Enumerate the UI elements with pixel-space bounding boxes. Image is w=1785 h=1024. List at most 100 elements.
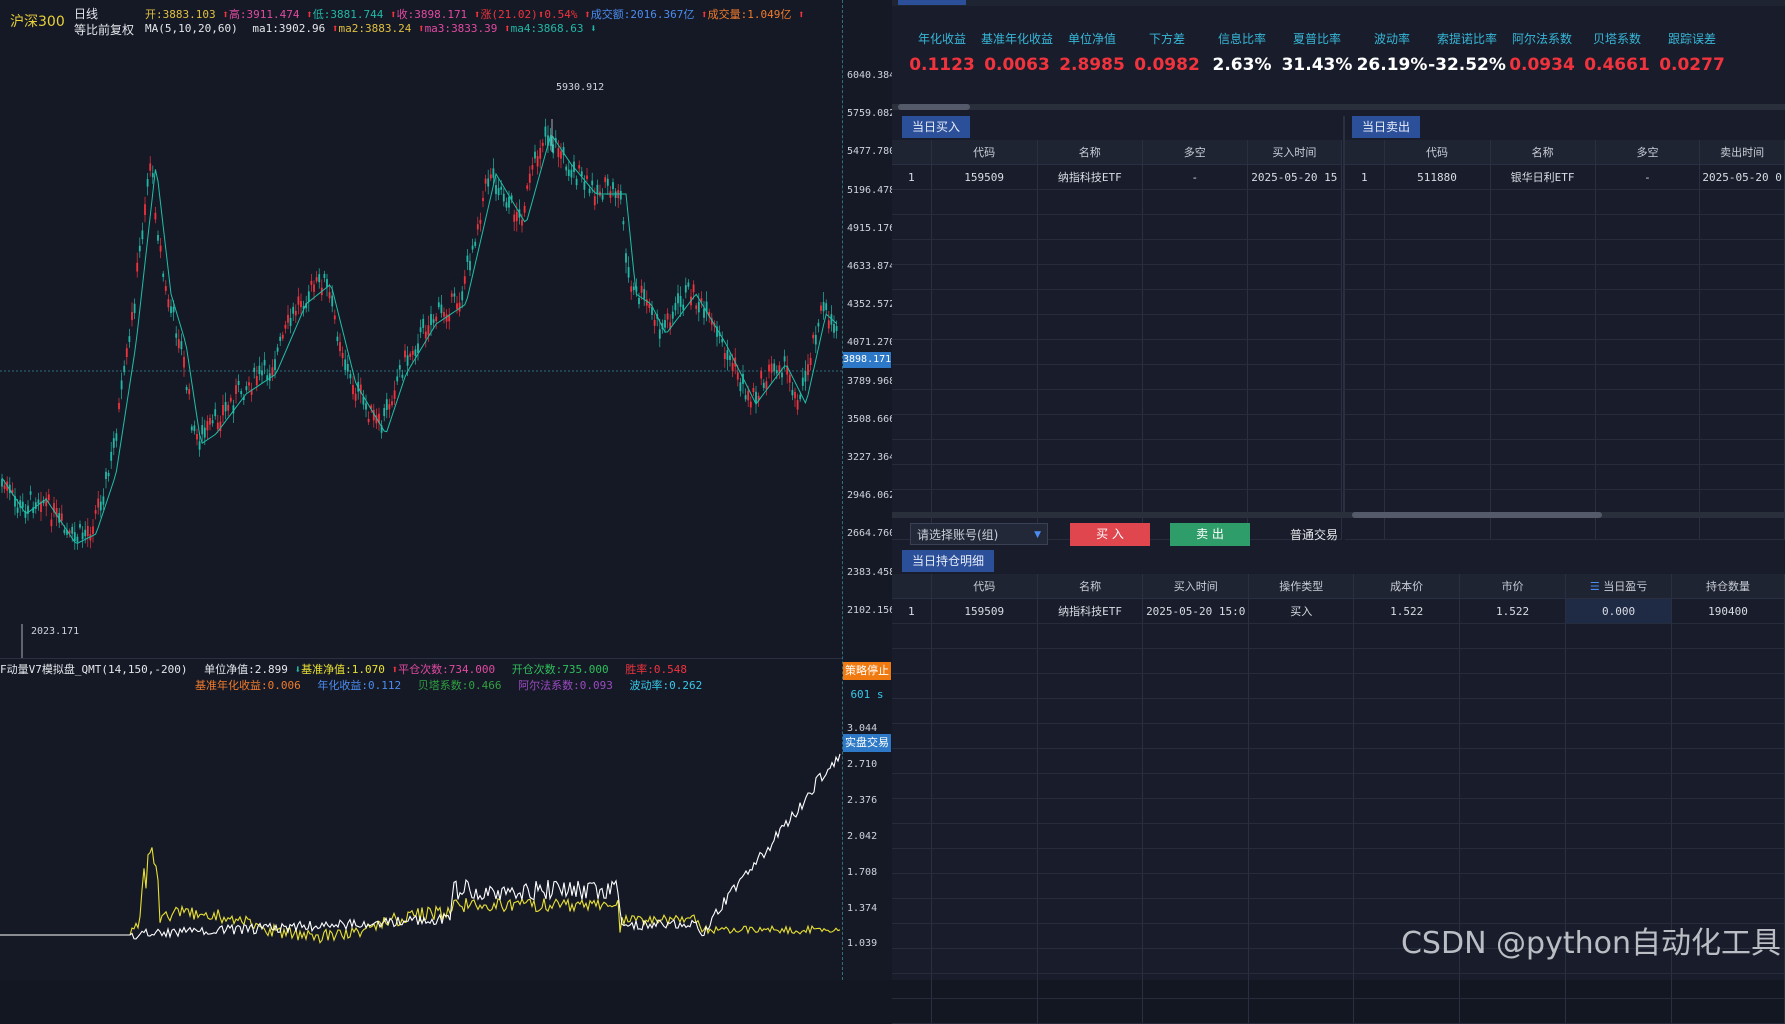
column-header[interactable]: 代码: [1384, 140, 1491, 165]
empty-row: [892, 339, 1343, 365]
empty-row: [892, 389, 1343, 415]
empty-row: [1345, 514, 1785, 540]
account-select-placeholder: 请选择账号(组): [917, 528, 999, 542]
empty-row: [892, 973, 1785, 999]
account-select[interactable]: 请选择账号(组) ▼: [910, 523, 1048, 545]
strategy-stop-button[interactable]: 策略停止: [843, 662, 891, 680]
column-header[interactable]: 买入时间: [1247, 140, 1343, 165]
empty-row: [892, 239, 1343, 265]
index-name[interactable]: 沪深300: [10, 11, 65, 31]
column-header[interactable]: 名称: [1037, 574, 1144, 599]
column-header[interactable]: 代码: [931, 574, 1038, 599]
table-cell: 2025-05-20 15:0: [1142, 598, 1250, 624]
sort-icon[interactable]: ☰: [1590, 580, 1603, 593]
column-header[interactable]: 持仓数量: [1671, 574, 1785, 599]
price-axis: 6040.384 5759.082 5477.780 5196.478 4915.176…: [842, 0, 896, 980]
metrics-scrollbar[interactable]: [892, 104, 1785, 110]
live-trade-button[interactable]: 实盘交易: [843, 734, 891, 752]
empty-row: [892, 489, 1343, 515]
period-label[interactable]: 日线: [74, 5, 98, 22]
sell-table[interactable]: 代码 名称 多空 卖出时间 1 511880 银华日利ETF -2025-05-20 0: [1345, 140, 1785, 540]
metric-label: 贝塔系数: [1592, 32, 1641, 46]
buy-button[interactable]: 买 入: [1070, 523, 1150, 546]
table-cell: 1: [892, 598, 932, 624]
table-cell: 2025-05-20 0: [1699, 164, 1785, 190]
empty-row: [892, 189, 1343, 215]
strategy-header-line1: F动量V7模拟盘_QMT(14,150,-200) 单位净值:2.899 ⬇基准…: [0, 663, 688, 676]
column-header[interactable]: 卖出时间: [1699, 140, 1785, 165]
tab-today-sell[interactable]: 当日卖出: [1352, 116, 1421, 138]
table-cell: 511880: [1384, 164, 1491, 190]
price-tick: 3789.968: [847, 375, 896, 387]
table-cell: 银华日利ETF: [1490, 164, 1596, 190]
empty-row: [892, 673, 1785, 699]
metric-item: 贝塔系数 0.4661: [1576, 30, 1658, 75]
column-header[interactable]: 市价: [1459, 574, 1567, 599]
empty-row: [892, 314, 1343, 340]
column-header[interactable]: 操作类型: [1248, 574, 1355, 599]
kline-chart[interactable]: 5930.912 2023.171: [0, 40, 842, 680]
top-strip: [892, 0, 1785, 6]
buy-table[interactable]: 代码 名称 多空 买入时间 1 159509 纳指科技ETF -2025-05-20 15: [892, 140, 1343, 540]
column-header[interactable]: 买入时间: [1142, 574, 1250, 599]
table-cell: 190400: [1671, 598, 1785, 624]
watermark: CSDN @python自动化工具: [1400, 926, 1781, 961]
chart-area[interactable]: 沪深300 日线 等比前复权 开:3883.103 ⬆高:3911.474 ⬆低…: [0, 0, 842, 980]
column-header[interactable]: 多空: [1142, 140, 1248, 165]
price-tick: 4071.270: [847, 337, 896, 349]
empty-row: [892, 723, 1785, 749]
table-header: 代码 名称 买入时间 操作类型 成本价 市价 ☰ 当日盈亏 持仓数量: [892, 574, 1785, 599]
empty-row: [1345, 439, 1785, 465]
trade-mode-label[interactable]: 普通交易: [1290, 526, 1338, 543]
column-header[interactable]: [1345, 140, 1385, 165]
tab-today-buy[interactable]: 当日买入: [902, 116, 971, 138]
table-row[interactable]: 1 511880 银华日利ETF -2025-05-20 0: [1345, 164, 1785, 190]
metric-value: 31.43%: [1281, 55, 1353, 75]
column-header[interactable]: [892, 574, 932, 599]
column-header[interactable]: [892, 140, 932, 165]
nav-tick: 3.044: [847, 723, 878, 734]
adjust-label[interactable]: 等比前复权: [74, 21, 134, 38]
column-header[interactable]: 成本价: [1353, 574, 1461, 599]
nav-tick: 2.710: [847, 758, 878, 770]
price-tick: 3227.364: [847, 452, 896, 463]
column-header[interactable]: 名称: [1037, 140, 1143, 165]
metric-item: 下方差 0.0982: [1126, 30, 1208, 75]
empty-row: [1345, 214, 1785, 240]
timer-label: 601 s: [850, 688, 884, 701]
ma-line: MA(5,10,20,60) ma1:3902.96 ⬆ma2:3883.24 …: [145, 22, 597, 35]
empty-row: [1345, 314, 1785, 340]
table-header: 代码 名称 多空 卖出时间: [1345, 140, 1785, 165]
metric-label: 索提诺比率: [1436, 32, 1497, 46]
table-cell: 159509: [931, 598, 1038, 624]
empty-row: [892, 798, 1785, 824]
column-header[interactable]: 多空: [1595, 140, 1701, 165]
metric-value: 0.4661: [1584, 55, 1650, 75]
empty-row: [892, 873, 1785, 899]
table-cell: 1.522: [1353, 598, 1461, 624]
metric-item: 夏普比率 31.43%: [1276, 30, 1358, 75]
top-tab-indicator[interactable]: [898, 0, 966, 5]
low-annotation: 2023.171: [31, 626, 79, 637]
metric-item: 基准年化收益 0.0063: [976, 30, 1058, 75]
empty-row: [892, 364, 1343, 390]
metric-label: 单位净值: [1067, 32, 1116, 46]
nav-chart[interactable]: [0, 690, 842, 980]
column-header[interactable]: 代码: [931, 140, 1038, 165]
empty-row: [892, 648, 1785, 674]
tab-holdings[interactable]: 当日持仓明细: [902, 550, 995, 572]
nav-tick: 2.376: [847, 794, 878, 806]
price-tick: 4633.874: [847, 261, 896, 272]
metric-value: 0.1123: [909, 55, 975, 75]
table-row[interactable]: 1 159509 纳指科技ETF -2025-05-20 15: [892, 164, 1343, 190]
empty-row: [892, 748, 1785, 774]
sell-button[interactable]: 卖 出: [1170, 523, 1250, 546]
empty-row: [1345, 389, 1785, 415]
empty-row: [892, 289, 1343, 315]
empty-row: [1345, 189, 1785, 215]
tables-scrollbar[interactable]: [892, 512, 1785, 518]
metric-label: 基准年化收益: [980, 32, 1053, 46]
table-row[interactable]: 1 159509 纳指科技ETF 2025-05-20 15:0 买入 1.522 1.52…: [892, 598, 1785, 624]
column-header[interactable]: ☰ 当日盈亏: [1565, 574, 1673, 599]
column-header[interactable]: 名称: [1490, 140, 1596, 165]
